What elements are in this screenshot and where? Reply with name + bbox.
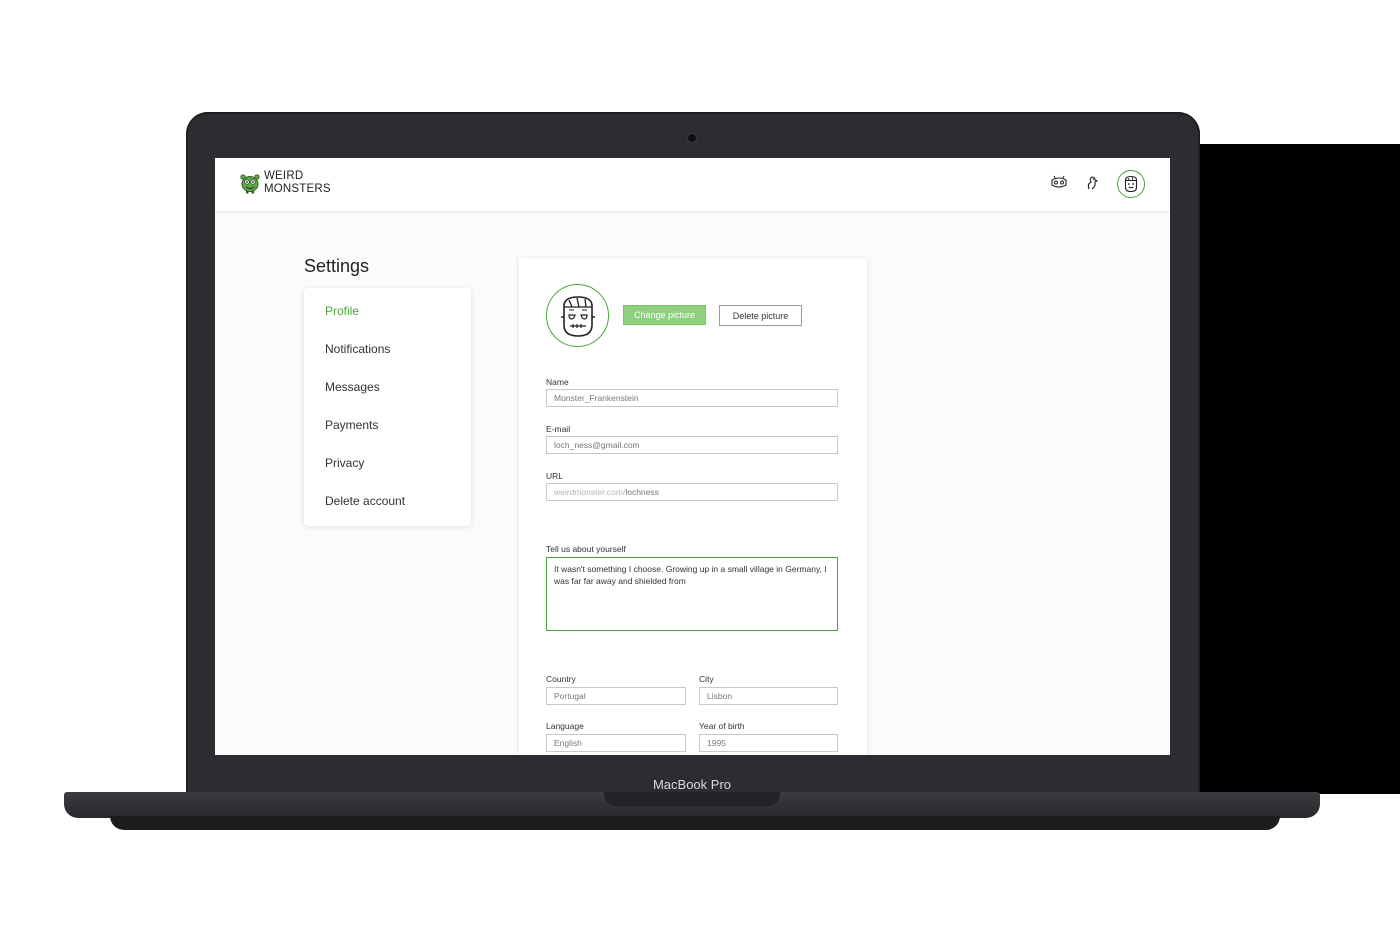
logo-text-line1: WEIRD xyxy=(264,170,304,182)
profile-picture xyxy=(546,284,609,347)
laptop-base-bottom xyxy=(110,816,1280,830)
device-label: MacBook Pro xyxy=(652,777,732,792)
menu-item-messages[interactable]: Messages xyxy=(325,380,380,394)
about-label: Tell us about yourself xyxy=(546,544,626,554)
settings-menu: Profile Notifications Messages Payments … xyxy=(304,288,471,526)
year-of-birth-field[interactable]: 1995 xyxy=(699,734,838,752)
menu-item-notifications[interactable]: Notifications xyxy=(325,342,390,356)
year-of-birth-label: Year of birth xyxy=(699,721,745,731)
email-label: E-mail xyxy=(546,424,571,434)
city-field[interactable]: Lisbon xyxy=(699,687,838,705)
app-logo[interactable]: WEIRD MONSTERS xyxy=(239,170,331,195)
url-label: URL xyxy=(546,471,564,481)
url-prefix: weirdmonster.com/ xyxy=(554,487,626,497)
profile-card: Change picture Delete picture Name Monst… xyxy=(519,258,867,755)
laptop-notch xyxy=(604,792,780,806)
menu-item-profile[interactable]: Profile xyxy=(325,304,359,318)
url-value: lochness xyxy=(625,487,659,497)
dragon-icon[interactable] xyxy=(1083,174,1101,192)
logo-text-line2: MONSTERS xyxy=(264,182,331,195)
name-label: Name xyxy=(546,377,569,387)
country-field[interactable]: Portugal xyxy=(546,687,686,705)
page-title: Settings xyxy=(304,256,370,276)
menu-item-payments[interactable]: Payments xyxy=(325,418,378,432)
name-field[interactable]: Monster_Frankenstein xyxy=(546,389,838,407)
language-label: Language xyxy=(546,721,584,731)
backdrop-shape xyxy=(1198,144,1400,794)
about-textarea[interactable]: It wasn't something I choose. Growing up… xyxy=(546,557,838,631)
monster-mask-icon[interactable] xyxy=(1050,174,1068,192)
camera xyxy=(688,134,696,142)
language-field[interactable]: English xyxy=(546,734,686,752)
city-label: City xyxy=(699,674,714,684)
monster-logo-icon xyxy=(240,173,260,193)
delete-picture-button[interactable]: Delete picture xyxy=(719,305,802,326)
frankenstein-avatar-icon xyxy=(560,295,595,337)
email-field[interactable]: loch_ness@gmail.com xyxy=(546,436,838,454)
country-label: Country xyxy=(546,674,576,684)
top-navigation-bar: WEIRD MONSTERS xyxy=(215,158,1170,211)
menu-item-privacy[interactable]: Privacy xyxy=(325,456,364,470)
menu-item-delete-account[interactable]: Delete account xyxy=(325,494,405,508)
user-avatar-button[interactable] xyxy=(1117,170,1145,198)
url-field[interactable]: weirdmonster.com/lochness xyxy=(546,483,838,501)
frankenstein-avatar-icon xyxy=(1124,175,1138,193)
app-screen: WEIRD MONSTERS Settings Profile Notifica… xyxy=(215,158,1170,755)
change-picture-button[interactable]: Change picture xyxy=(623,305,706,325)
